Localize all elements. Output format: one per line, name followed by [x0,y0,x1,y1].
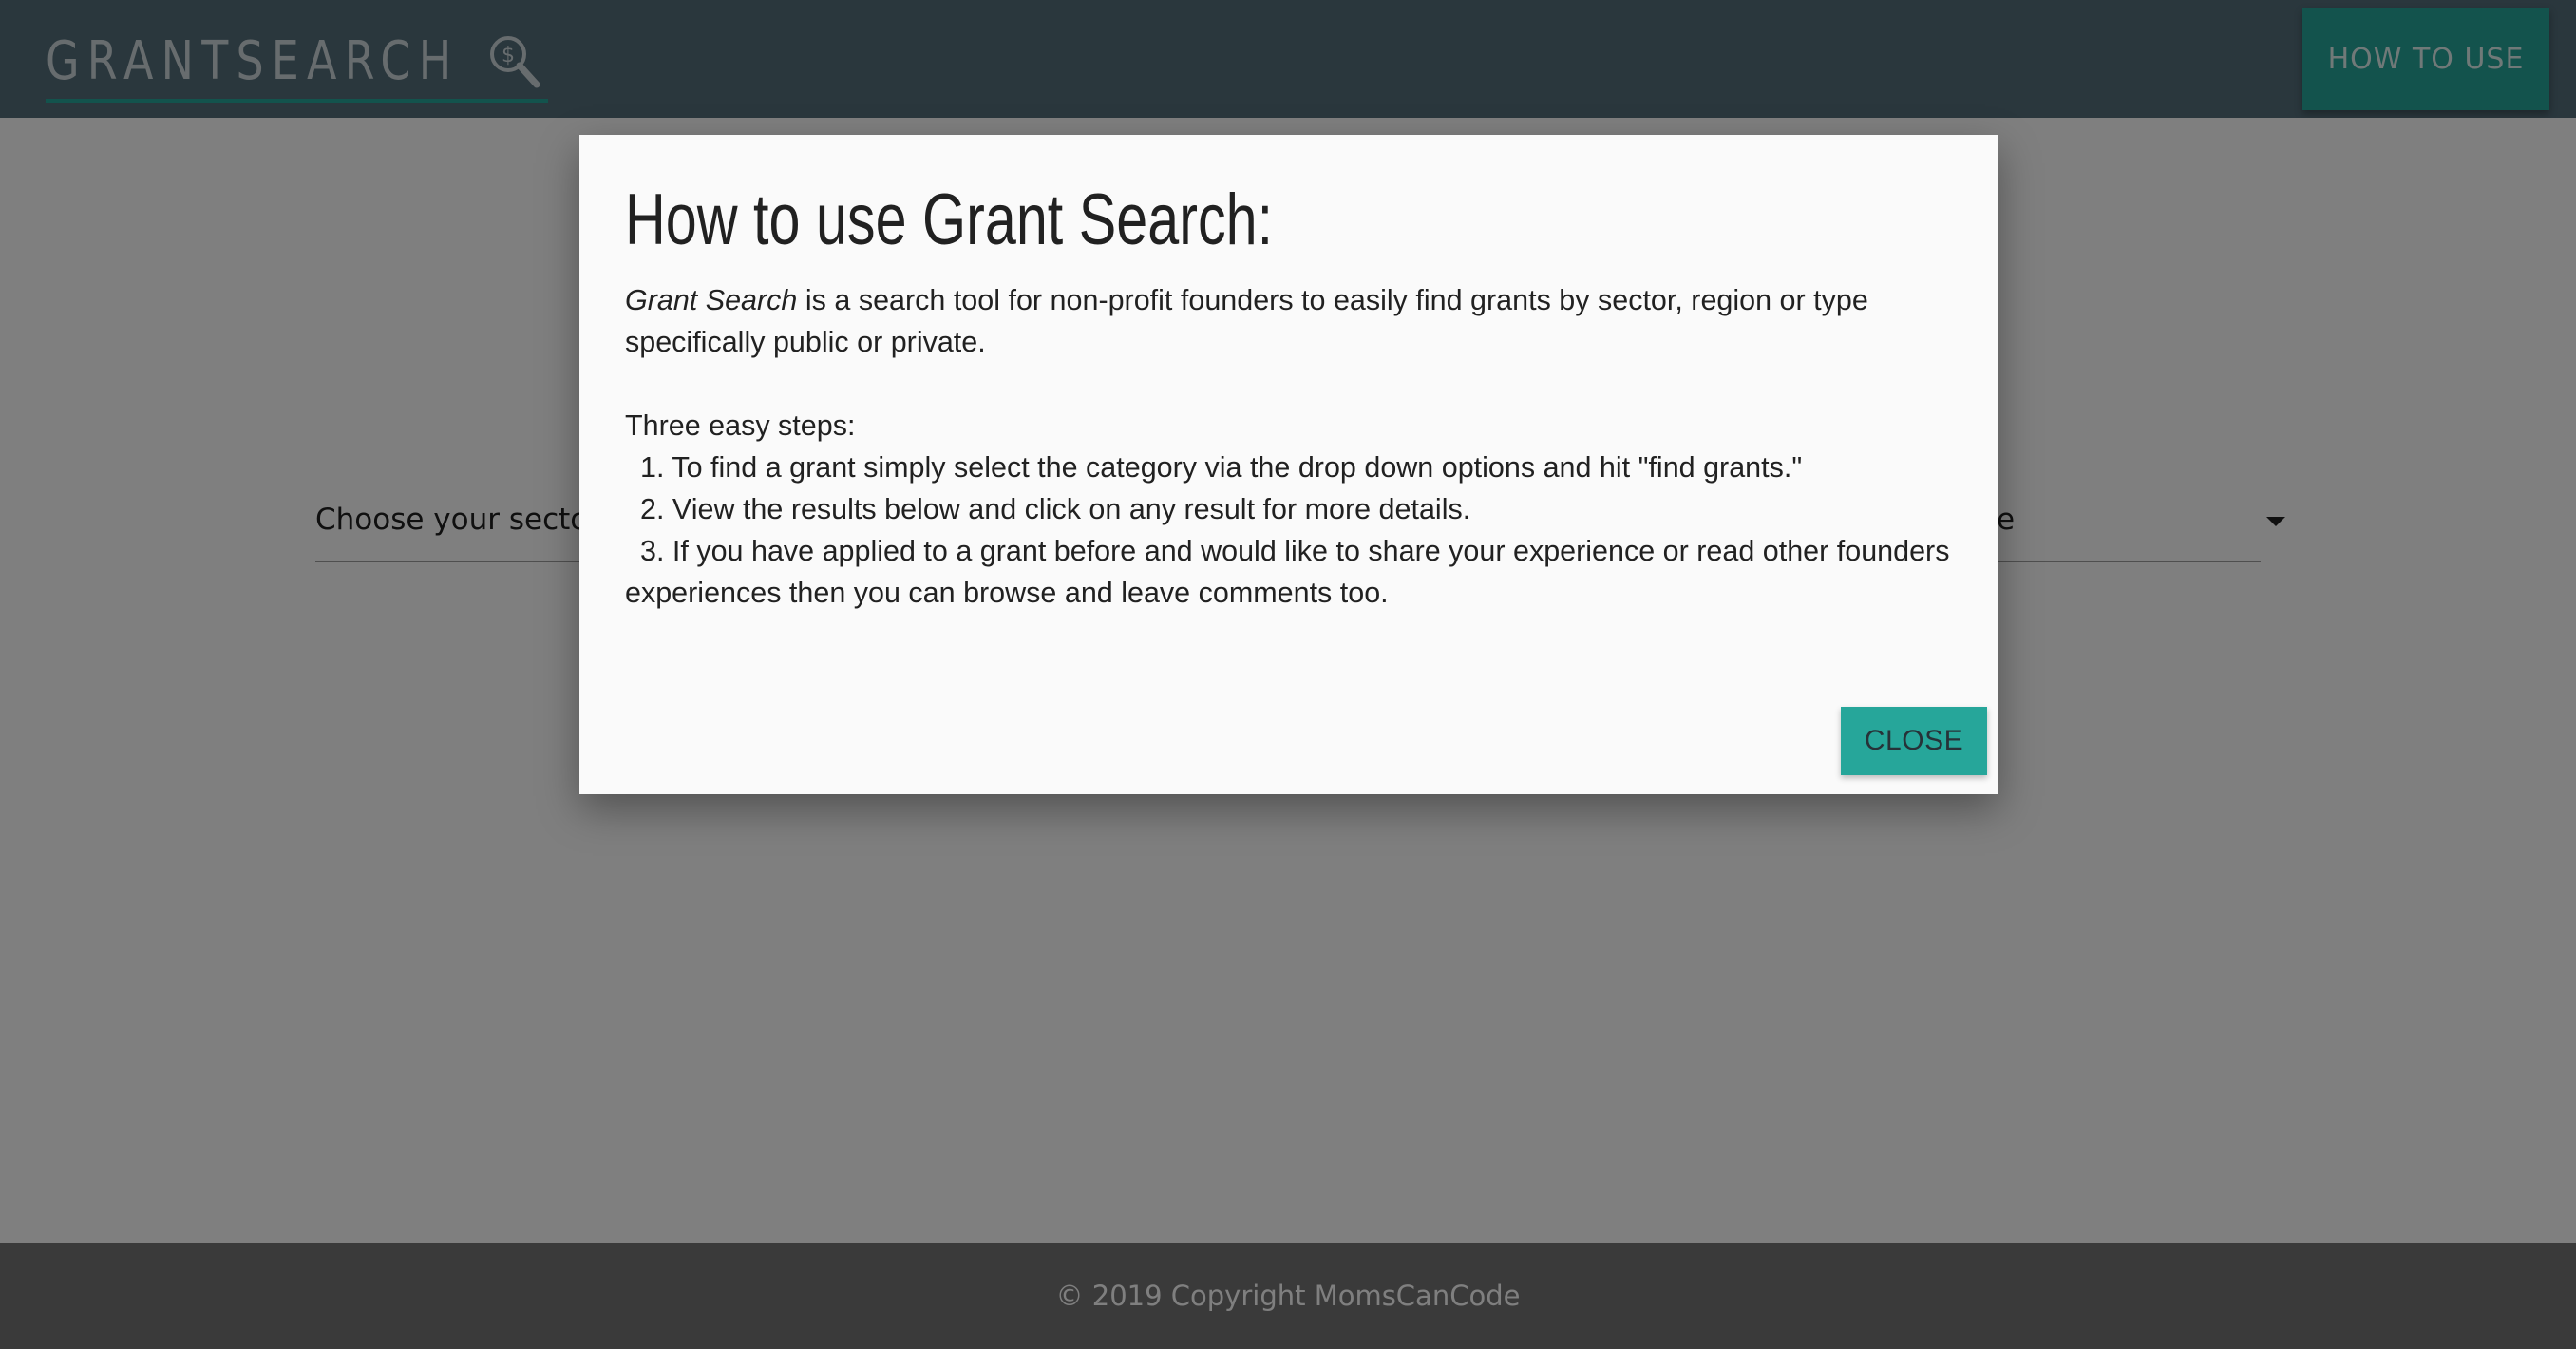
intro-line-2: specifically public or private. [625,326,986,358]
modal-title: How to use Grant Search: [625,180,1274,260]
step-item: 3. If you have applied to a grant before… [640,535,1950,567]
steps-title: Three easy steps: [625,409,856,442]
how-to-use-modal: How to use Grant Search: Grant Search is… [579,135,1998,794]
modal-body: Grant Search is a search tool for non-pr… [625,279,1955,614]
step-item: 1. To find a grant simply select the cat… [640,451,1803,484]
intro-paragraph: Grant Search is a search tool for non-pr… [625,279,1955,321]
intro-text: is a search tool for non-profit founders… [797,284,1868,316]
intro-emphasis: Grant Search [625,284,798,316]
step-item: 2. View the results below and click on a… [640,493,1471,525]
close-button[interactable]: CLOSE [1841,707,1987,775]
step-item-continuation: experiences then you can browse and leav… [625,577,1389,609]
